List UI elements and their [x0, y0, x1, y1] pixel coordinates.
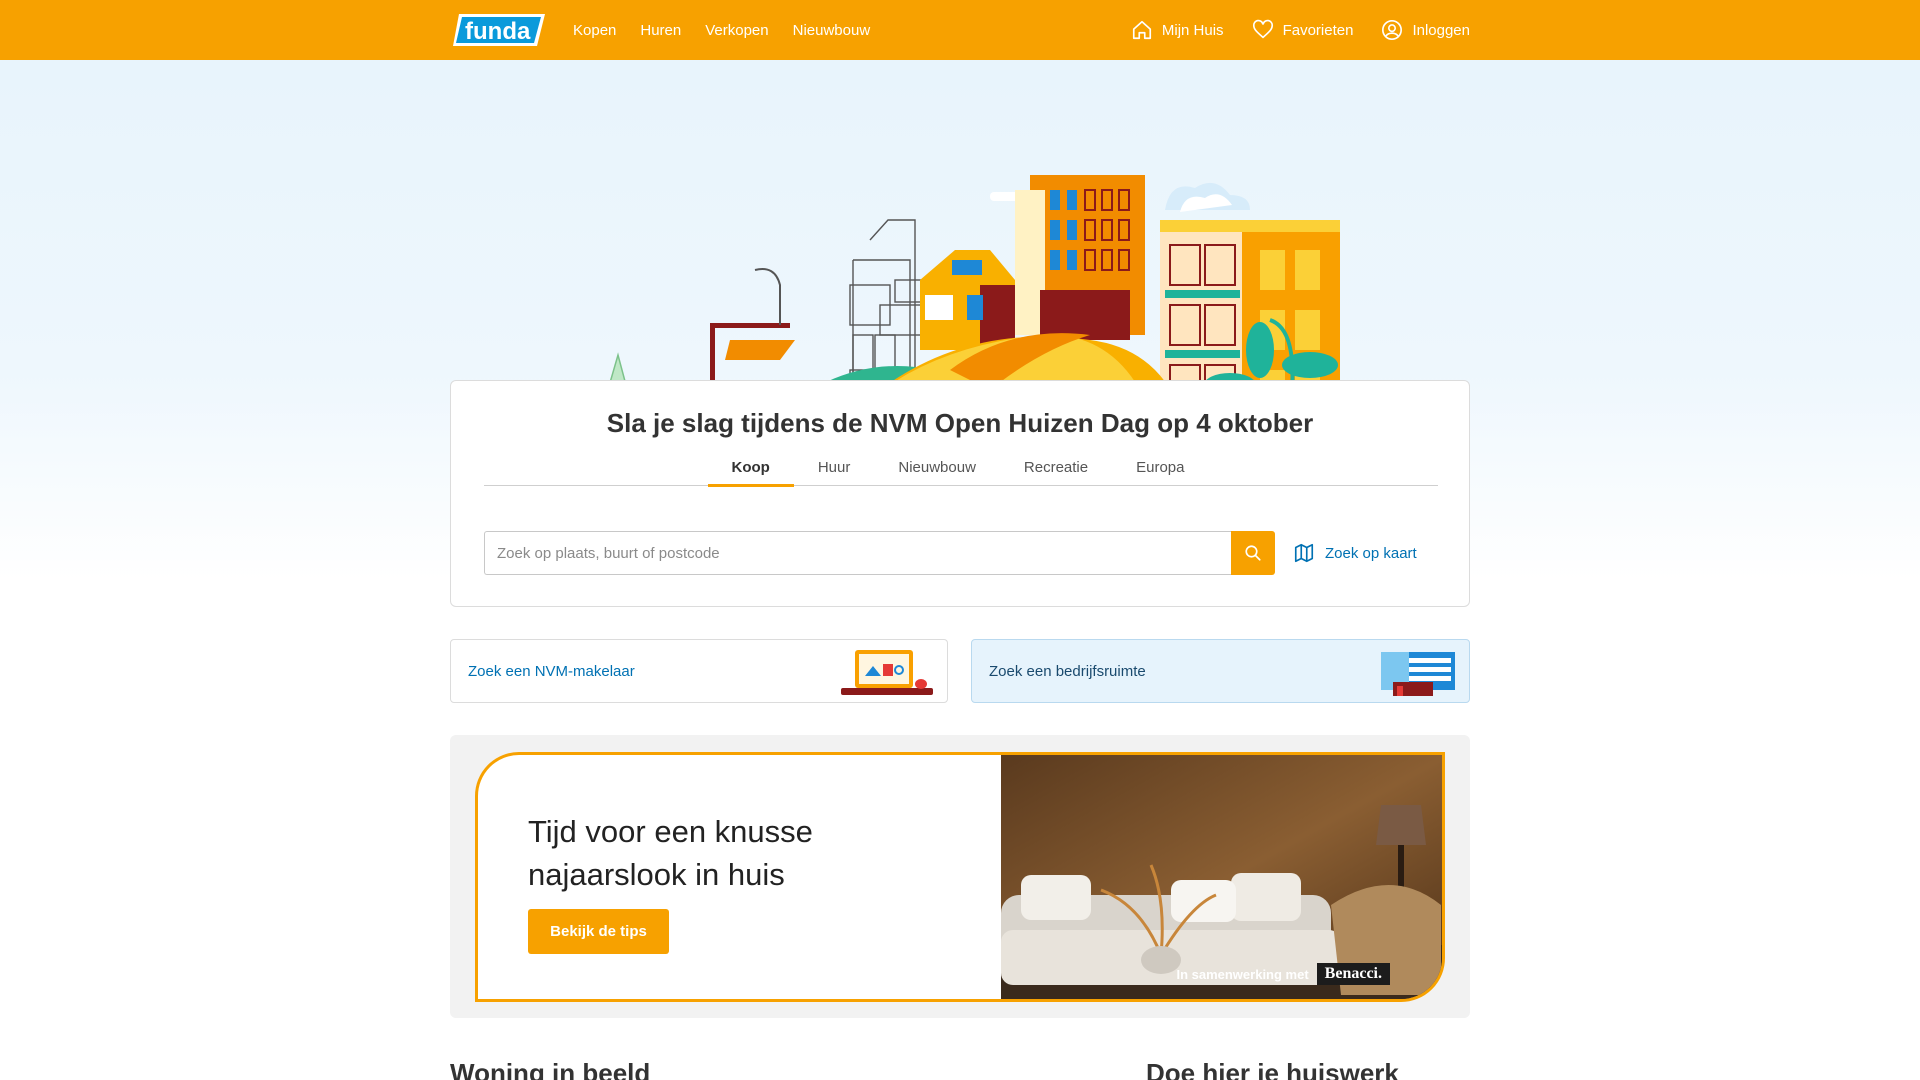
office-building-illustration — [1381, 652, 1455, 696]
laptop-illustration — [841, 650, 933, 695]
find-business-space-label: Zoek een bedrijfsruimte — [989, 662, 1146, 680]
promo-credit: In samenwerking met Benacci. — [1176, 963, 1390, 985]
tab-recreatie[interactable]: Recreatie — [1000, 445, 1112, 486]
promo-banner[interactable]: Tijd voor een knusse najaarslook in huis… — [475, 752, 1445, 1002]
nav-kopen[interactable]: Kopen — [573, 22, 616, 39]
benacci-logo: Benacci. — [1316, 963, 1390, 985]
nav-nieuwbouw[interactable]: Nieuwbouw — [793, 22, 871, 39]
search-button[interactable] — [1231, 531, 1275, 575]
main-nav: Kopen Huren Verkopen Nieuwbouw — [573, 0, 870, 60]
top-navigation-bar: funda Kopen Huren Verkopen Nieuwbouw Mij… — [0, 0, 1920, 60]
nav-verkopen[interactable]: Verkopen — [705, 22, 768, 39]
logo-text: funda — [465, 18, 531, 45]
map-icon — [1294, 543, 1314, 563]
user-icon — [1382, 20, 1403, 40]
section-heading-huiswerk: Doe hier je huiswerk — [1146, 1058, 1399, 1080]
search-icon — [1245, 545, 1261, 561]
nav-mijn-huis[interactable]: Mijn Huis — [1131, 19, 1224, 41]
find-business-space-card[interactable]: Zoek een bedrijfsruimte — [971, 639, 1470, 703]
heart-icon — [1252, 19, 1273, 39]
search-input[interactable] — [484, 531, 1231, 575]
nav-huren[interactable]: Huren — [640, 22, 681, 39]
promo-credit-prefix: In samenwerking met — [1176, 966, 1309, 982]
promo-section: Tijd voor een knusse najaarslook in huis… — [450, 735, 1470, 1018]
search-tabs: Koop Huur Nieuwbouw Recreatie Europa — [484, 445, 1438, 487]
funda-logo[interactable]: funda — [451, 12, 547, 48]
search-panel: Sla je slag tijdens de NVM Open Huizen D… — [450, 380, 1470, 607]
tab-europa[interactable]: Europa — [1112, 445, 1208, 486]
promo-cta-button[interactable]: Bekijk de tips — [528, 909, 669, 954]
map-search-link[interactable]: Zoek op kaart — [1293, 542, 1417, 564]
section-heading-woning: Woning in beeld — [450, 1058, 651, 1080]
search-title: Sla je slag tijdens de NVM Open Huizen D… — [606, 408, 1314, 438]
find-makelaar-card[interactable]: Zoek een NVM-makelaar — [450, 639, 948, 703]
tab-nieuwbouw[interactable]: Nieuwbouw — [874, 445, 1000, 486]
nav-inloggen[interactable]: Inloggen — [1381, 19, 1470, 41]
home-icon — [1132, 20, 1151, 40]
nav-favorieten[interactable]: Favorieten — [1252, 19, 1354, 41]
tab-koop[interactable]: Koop — [707, 445, 795, 487]
nav-favorieten-label: Favorieten — [1282, 21, 1354, 39]
tab-huur[interactable]: Huur — [794, 445, 875, 486]
promo-title: Tijd voor een knusse najaarslook in huis — [528, 814, 813, 892]
nav-mijn-huis-label: Mijn Huis — [1161, 21, 1224, 39]
nav-inloggen-label: Inloggen — [1412, 21, 1470, 39]
find-makelaar-label: Zoek een NVM-makelaar — [468, 662, 635, 680]
search-row: Zoek op kaart — [484, 531, 1417, 575]
map-search-label: Zoek op kaart — [1325, 544, 1417, 562]
account-nav: Mijn Huis Favorieten Inloggen — [1131, 0, 1470, 60]
